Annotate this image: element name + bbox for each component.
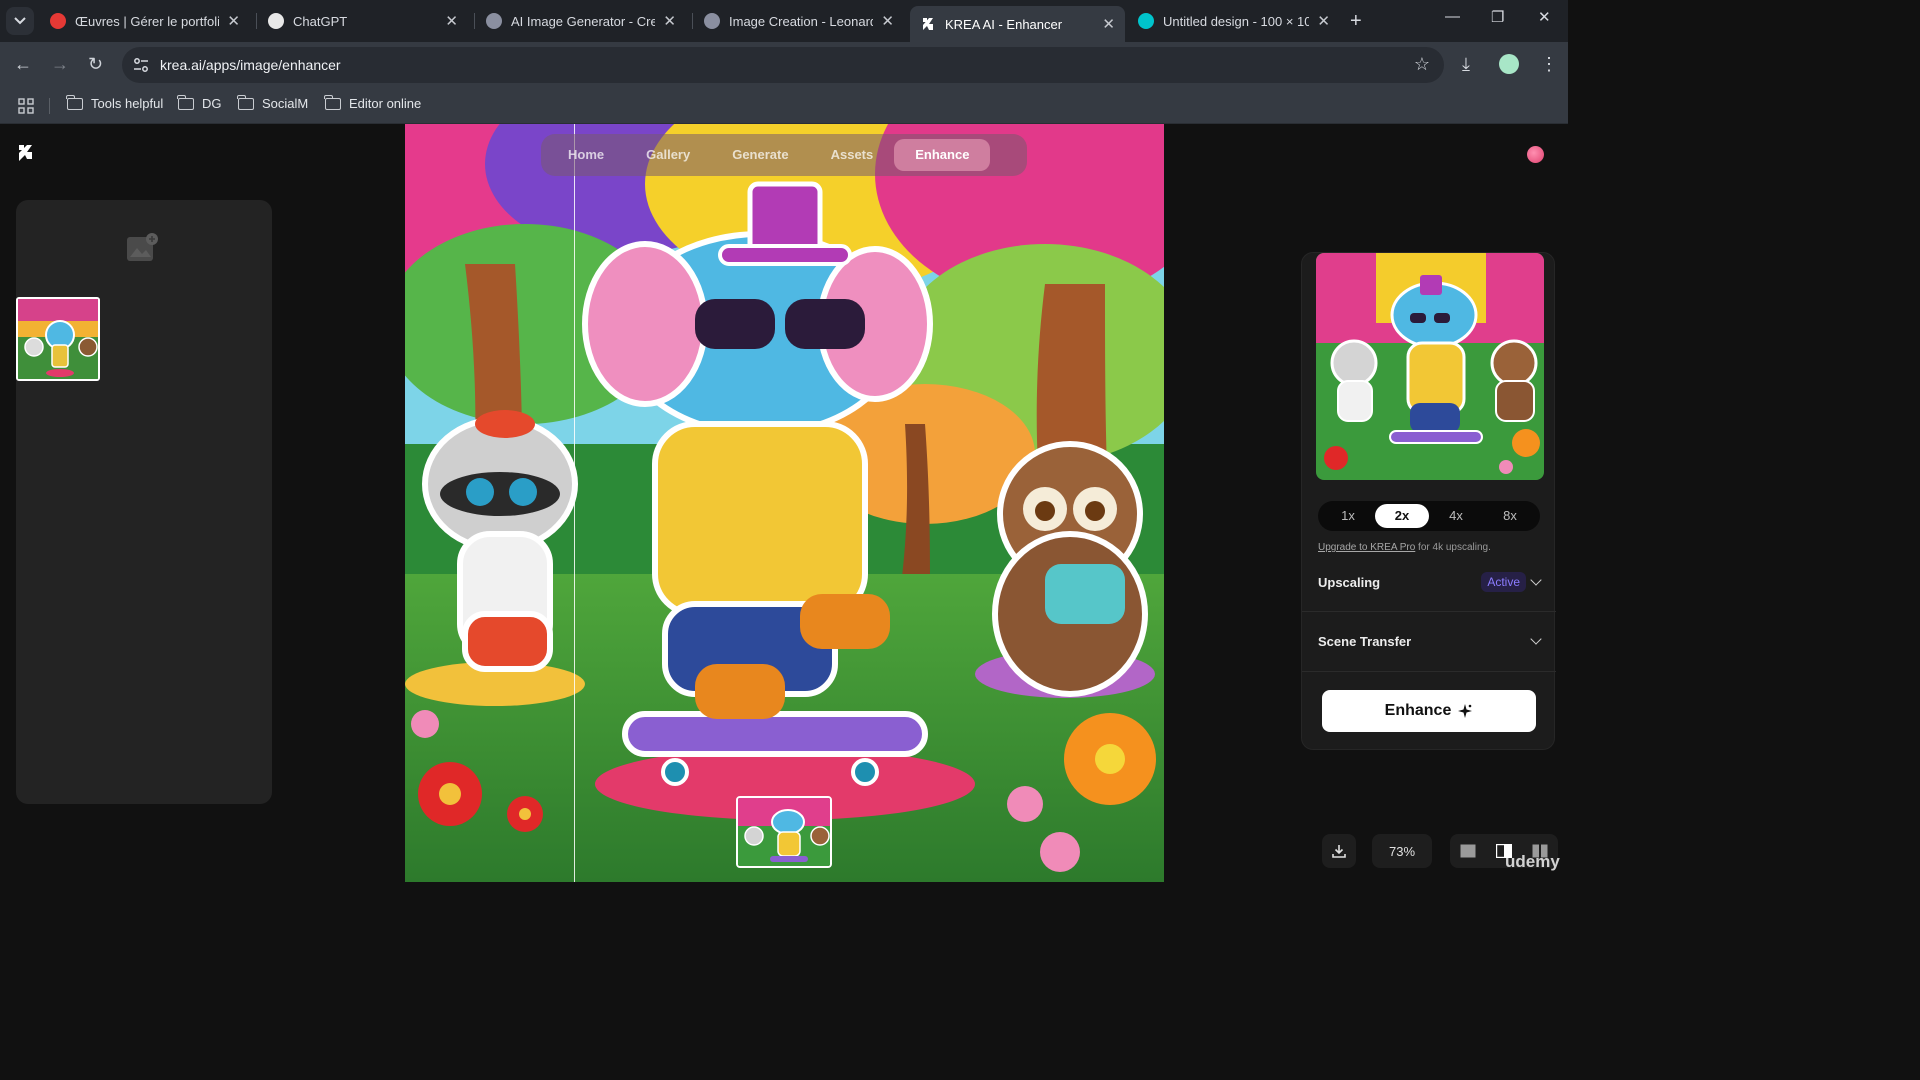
udemy-watermark: udemy <box>1505 852 1560 871</box>
artwork-image <box>405 124 1164 882</box>
bookmark-separator <box>49 98 50 114</box>
site-settings-icon[interactable] <box>132 56 150 74</box>
tab-oeuvres[interactable]: Œuvres | Gérer le portfolio ✕ <box>40 6 250 36</box>
folder-icon <box>177 94 194 110</box>
enhance-button[interactable]: Enhance <box>1322 690 1536 732</box>
enhance-settings-panel: 1x 2x 4x 8x Upgrade to KREA Pro for 4k u… <box>1301 252 1556 750</box>
close-tab-icon[interactable]: ✕ <box>663 12 676 30</box>
scene-transfer-label: Scene Transfer <box>1318 633 1412 649</box>
krea-logo-icon[interactable] <box>18 144 34 162</box>
upscaling-section-header[interactable]: Upscaling Active <box>1318 569 1542 595</box>
sparkle-icon <box>1458 704 1473 718</box>
bookmark-dg[interactable]: DG <box>177 94 222 111</box>
forward-icon[interactable]: → <box>51 54 69 75</box>
address-toolbar: ← → ↻ krea.ai/apps/image/enhancer ☆ ⤓ ⋮ <box>0 42 1568 88</box>
minimize-icon[interactable]: — <box>1445 8 1460 25</box>
uploaded-image-thumbnail[interactable] <box>16 297 100 381</box>
scale-option-1x[interactable]: 1x <box>1321 504 1375 528</box>
upscaling-label: Upscaling <box>1318 574 1381 590</box>
nav-enhance[interactable]: Enhance <box>894 139 991 171</box>
bookmark-tools-helpful[interactable]: Tools helpful <box>66 94 163 111</box>
profile-avatar[interactable] <box>1499 54 1519 74</box>
tab-separator <box>474 13 475 29</box>
upscaling-status-badge: Active <box>1481 572 1526 592</box>
enhance-button-label: Enhance <box>1384 702 1452 719</box>
tab-canva[interactable]: Untitled design - 100 × 10 ✕ <box>1128 6 1340 36</box>
tab-krea-enhancer[interactable]: KREA AI - Enhancer ✕ <box>910 6 1125 42</box>
download-icon[interactable]: ⤓ <box>1462 54 1470 75</box>
download-button[interactable] <box>1322 834 1356 868</box>
close-tab-icon[interactable]: ✕ <box>1102 15 1115 33</box>
favicon-icon <box>486 13 502 29</box>
browser-tab-bar: Œuvres | Gérer le portfolio ✕ ChatGPT ✕ … <box>0 0 1568 42</box>
add-image-icon[interactable] <box>126 232 160 264</box>
scale-option-8x[interactable]: 8x <box>1483 504 1537 528</box>
close-tab-icon[interactable]: ✕ <box>445 12 458 30</box>
scale-option-2x[interactable]: 2x <box>1375 504 1429 528</box>
upgrade-note: Upgrade to KREA Pro for 4k upscaling. <box>1318 542 1491 553</box>
close-tab-icon[interactable]: ✕ <box>227 12 240 30</box>
favicon-icon <box>50 13 66 29</box>
app-top-nav: Home Gallery Generate Assets Enhance <box>541 134 1027 176</box>
nav-gallery[interactable]: Gallery <box>625 139 711 171</box>
download-icon <box>1332 845 1346 858</box>
chevron-down-icon <box>1530 574 1542 586</box>
chevron-down-icon <box>1530 633 1542 645</box>
krea-enhancer-app: Home Gallery Generate Assets Enhance 1x … <box>0 124 1568 882</box>
nav-generate[interactable]: Generate <box>711 139 809 171</box>
chevron-down-icon <box>14 17 26 25</box>
canvas-thumbnail[interactable] <box>736 796 832 868</box>
tab-search-button[interactable] <box>6 7 34 35</box>
canva-icon <box>1138 13 1154 29</box>
menu-icon[interactable]: ⋮ <box>1540 54 1558 75</box>
favicon-icon <box>704 13 720 29</box>
scene-transfer-section-header[interactable]: Scene Transfer <box>1318 628 1542 654</box>
upgrade-note-text: for 4k upscaling. <box>1415 542 1491 553</box>
folder-icon <box>237 94 254 110</box>
address-bar[interactable]: krea.ai/apps/image/enhancer ☆ <box>122 47 1444 83</box>
enhanced-preview-image[interactable] <box>1316 253 1544 480</box>
section-divider <box>1302 671 1556 672</box>
tab-separator <box>692 13 693 29</box>
section-divider <box>1302 611 1556 612</box>
enhance-canvas[interactable] <box>405 124 1164 882</box>
window-close-icon[interactable]: ✕ <box>1538 8 1551 26</box>
bookmark-socialm[interactable]: SocialM <box>237 94 308 111</box>
reload-icon[interactable]: ↻ <box>88 54 103 75</box>
restore-icon[interactable]: ❐ <box>1491 8 1504 26</box>
bookmarks-bar: Tools helpful DG SocialM Editor online <box>0 88 1568 124</box>
single-view-icon[interactable] <box>1460 844 1476 858</box>
user-avatar[interactable] <box>1527 146 1544 163</box>
folder-icon <box>324 94 341 110</box>
openai-icon <box>268 13 284 29</box>
zoom-level[interactable]: 73% <box>1372 834 1432 868</box>
comparison-slider-line[interactable] <box>574 124 575 882</box>
close-tab-icon[interactable]: ✕ <box>1317 12 1330 30</box>
url-text[interactable]: krea.ai/apps/image/enhancer <box>160 57 341 73</box>
image-library-panel <box>16 200 272 804</box>
upgrade-link[interactable]: Upgrade to KREA Pro <box>1318 542 1415 553</box>
back-icon[interactable]: ← <box>14 54 32 75</box>
tab-leonardo[interactable]: Image Creation - Leonardo ✕ <box>694 6 904 36</box>
tab-chatgpt[interactable]: ChatGPT ✕ <box>258 6 468 36</box>
bookmark-editor-online[interactable]: Editor online <box>324 94 421 111</box>
upscale-factor-selector: 1x 2x 4x 8x <box>1318 501 1540 531</box>
nav-assets[interactable]: Assets <box>810 139 895 171</box>
new-tab-button[interactable]: + <box>1350 10 1362 33</box>
close-tab-icon[interactable]: ✕ <box>881 12 894 30</box>
nav-home[interactable]: Home <box>547 139 625 171</box>
krea-icon <box>920 16 936 32</box>
folder-icon <box>66 94 83 110</box>
scale-option-4x[interactable]: 4x <box>1429 504 1483 528</box>
apps-grid-icon[interactable] <box>18 98 34 114</box>
tab-ai-image-generator[interactable]: AI Image Generator - Crea ✕ <box>476 6 686 36</box>
bookmark-star-icon[interactable]: ☆ <box>1414 54 1430 75</box>
tab-separator <box>256 13 257 29</box>
